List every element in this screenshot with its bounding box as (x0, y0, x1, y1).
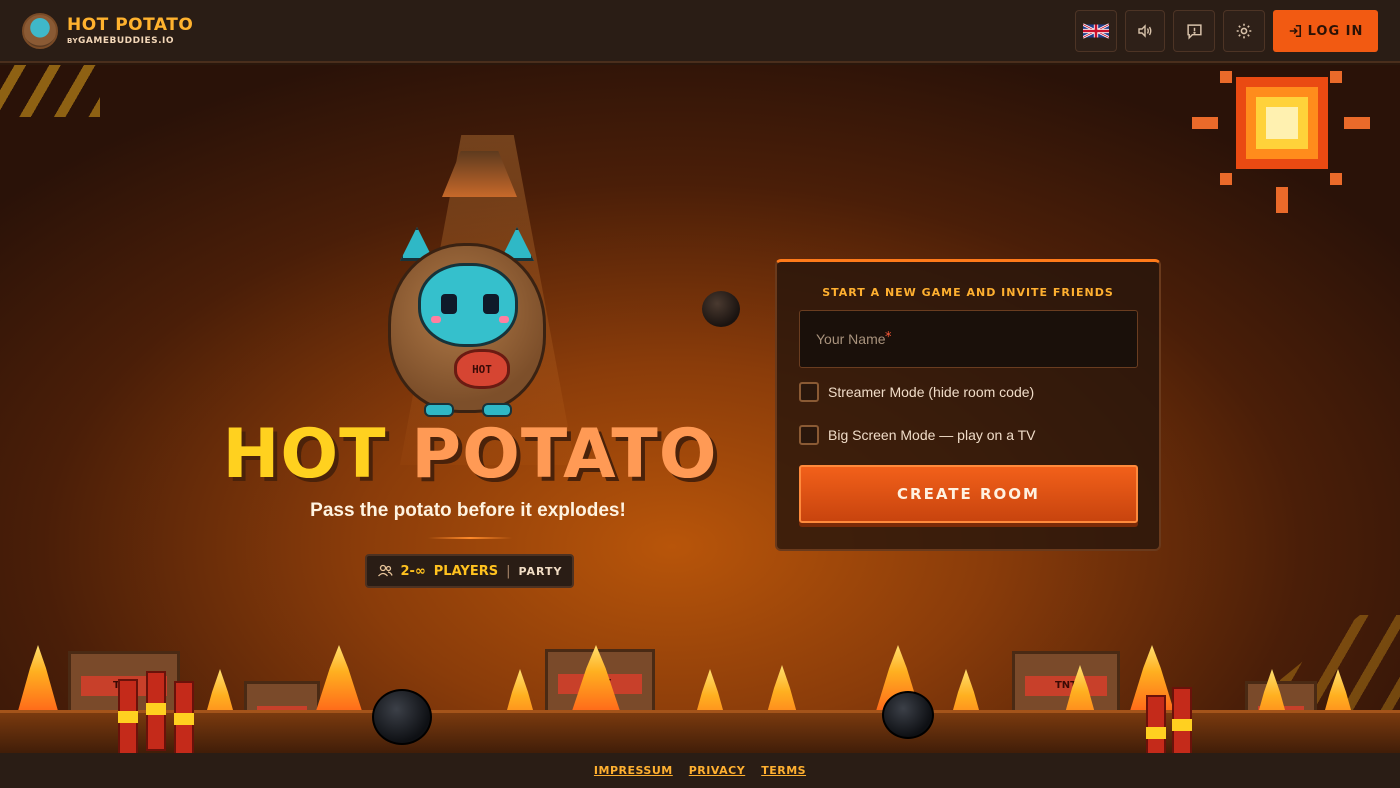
settings-button[interactable] (1223, 10, 1265, 52)
players-badge: 2-∞ PLAYERS | PARTY (365, 554, 574, 588)
game-tagline: Pass the potato before it explodes! (310, 500, 626, 521)
hazard-stripes (0, 65, 100, 117)
top-bar: HOT POTATO BYGAMEBUDDIES.IO LOG IN (0, 0, 1400, 63)
login-label: LOG IN (1307, 23, 1364, 39)
users-icon (377, 564, 393, 577)
dynamite-stick (146, 671, 166, 751)
bomb-icon (372, 689, 432, 745)
tnt-crate: TNT (1012, 651, 1120, 717)
big-screen-mode-checkbox[interactable] (799, 425, 819, 445)
game-title-word-2: POTATO (411, 415, 718, 494)
badge-separator: | (506, 563, 511, 579)
streamer-mode-label: Streamer Mode (hide room code) (828, 384, 1035, 400)
floating-bomb (702, 291, 740, 327)
create-room-card: START A NEW GAME AND INVITE FRIENDS * St… (775, 259, 1161, 551)
dynamite-stick (118, 679, 138, 753)
feedback-button[interactable] (1173, 10, 1215, 52)
potato-mascot: HOT (382, 225, 552, 417)
sound-button[interactable] (1125, 10, 1165, 52)
speaker-icon (1138, 24, 1152, 38)
players-label: PLAYERS (433, 563, 499, 579)
footer: IMPRESSUM PRIVACY TERMS (0, 753, 1400, 788)
game-title: HOT POTATO (160, 415, 780, 495)
game-title-word-1: HOT (222, 415, 387, 494)
brand-text: HOT POTATO BYGAMEBUDDIES.IO (67, 14, 194, 46)
message-icon (1186, 23, 1202, 40)
big-screen-mode-option[interactable]: Big Screen Mode — play on a TV (799, 425, 1036, 445)
gear-icon (1236, 23, 1252, 39)
tagline-underline (428, 537, 512, 539)
uk-flag-icon (1083, 23, 1109, 39)
streamer-mode-checkbox[interactable] (799, 382, 819, 402)
players-count: 2-∞ (400, 563, 426, 579)
genre-label: PARTY (518, 564, 563, 578)
mascot-face (418, 263, 518, 347)
required-marker: * (885, 330, 892, 345)
dynamite-stick (1146, 695, 1166, 753)
mascot-hot-sign: HOT (454, 349, 510, 389)
card-heading: START A NEW GAME AND INVITE FRIENDS (822, 286, 1114, 299)
hero-stage: HOT HOT POTATO Pass the potato before it… (0, 65, 1400, 753)
impressum-link[interactable]: IMPRESSUM (594, 764, 673, 777)
create-room-button[interactable]: CREATE ROOM (799, 465, 1138, 523)
language-button[interactable] (1075, 10, 1117, 52)
brand-subtitle: BYGAMEBUDDIES.IO (67, 35, 193, 46)
terms-link[interactable]: TERMS (761, 764, 806, 777)
brand-by: BY (67, 36, 79, 45)
big-screen-mode-label: Big Screen Mode — play on a TV (828, 427, 1036, 443)
pixel-explosion-sun (1192, 69, 1372, 213)
bomb-icon (882, 691, 934, 739)
fire-flame (316, 645, 362, 711)
login-arrow-icon (1289, 24, 1301, 38)
name-input[interactable] (799, 310, 1138, 368)
privacy-link[interactable]: PRIVACY (689, 764, 745, 777)
brand-site: GAMEBUDDIES.IO (78, 35, 174, 46)
dynamite-stick (1172, 687, 1192, 753)
brand-logo-link[interactable]: HOT POTATO BYGAMEBUDDIES.IO (22, 12, 193, 50)
dynamite-stick (174, 681, 194, 753)
streamer-mode-option[interactable]: Streamer Mode (hide room code) (799, 382, 1034, 402)
brand-title: HOT POTATO (67, 14, 194, 35)
mascot-logo-icon (22, 13, 58, 49)
login-button[interactable]: LOG IN (1273, 10, 1378, 52)
fire-flame (18, 645, 58, 711)
